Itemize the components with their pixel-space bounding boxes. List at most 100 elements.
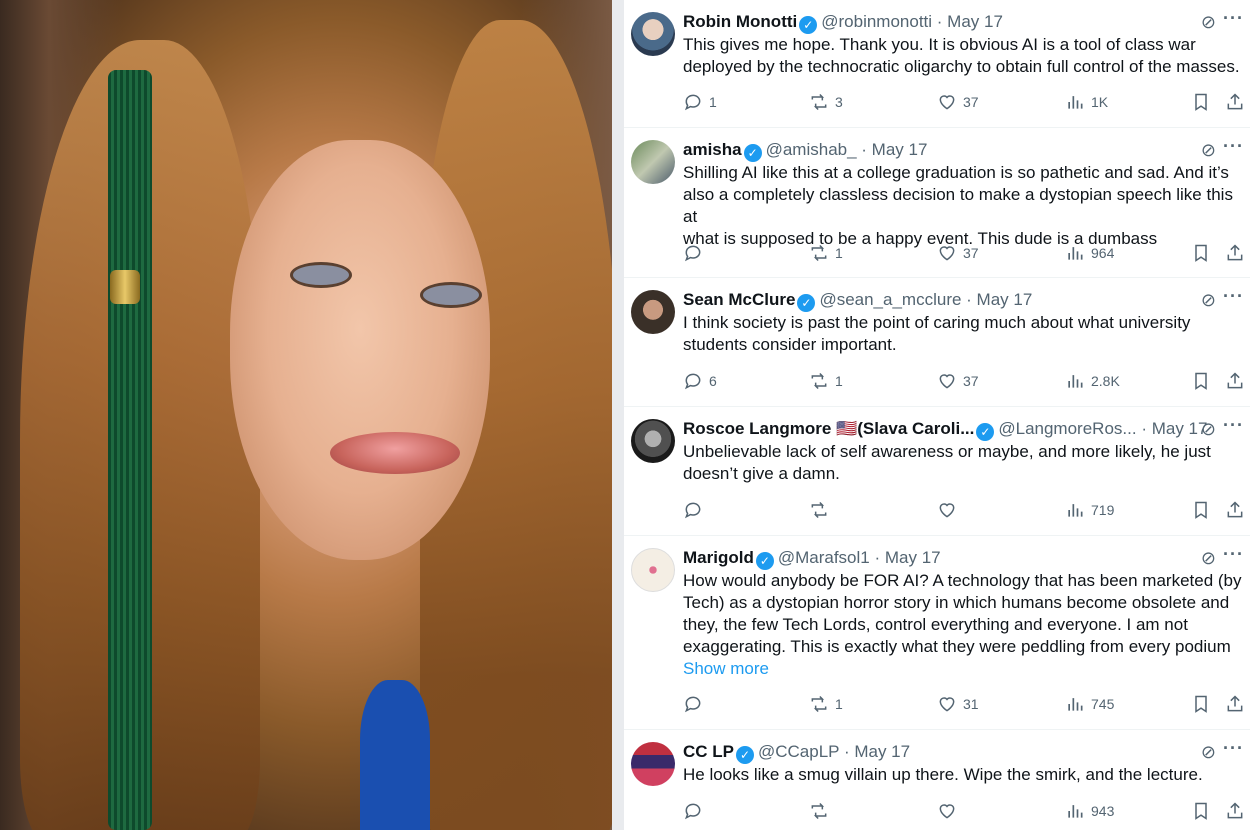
bookmark-button[interactable] <box>1191 243 1211 263</box>
views-button[interactable]: 1K <box>1065 92 1108 112</box>
share-button[interactable] <box>1225 694 1245 714</box>
timestamp[interactable]: · May 17 <box>966 290 1032 309</box>
views-icon <box>1068 375 1083 388</box>
avatar[interactable] <box>631 140 675 184</box>
display-name[interactable]: amisha <box>683 140 742 159</box>
like-icon <box>939 503 955 518</box>
tweet[interactable]: CC LP ✓ @CCapLP · May 17 ⊘ ··· He looks lik… <box>624 730 1250 830</box>
share-icon <box>1227 244 1243 261</box>
like-button[interactable]: 37 <box>937 371 979 391</box>
grok-icon[interactable]: ⊘ <box>1201 12 1216 33</box>
tweet[interactable]: Roscoe Langmore 🇺🇸(Slava Caroli... ✓ @Lang… <box>624 407 1250 536</box>
display-name[interactable]: Marigold <box>683 548 754 567</box>
display-name[interactable]: Sean McClure <box>683 290 795 309</box>
timestamp[interactable]: · May 17 <box>1141 419 1207 438</box>
more-options-icon[interactable]: ··· <box>1223 738 1244 759</box>
repost-button[interactable]: 1 <box>809 694 843 714</box>
action-bar: 1 31 745 <box>683 694 1250 716</box>
grok-icon[interactable]: ⊘ <box>1201 140 1216 161</box>
views-button[interactable]: 719 <box>1065 500 1114 520</box>
bookmark-icon <box>1195 501 1207 519</box>
share-button[interactable] <box>1225 92 1245 112</box>
repost-count: 1 <box>835 373 843 389</box>
grok-icon[interactable]: ⊘ <box>1201 548 1216 569</box>
repost-button[interactable]: 3 <box>809 92 843 112</box>
share-button[interactable] <box>1225 801 1245 821</box>
repost-button[interactable] <box>809 801 835 821</box>
reply-icon <box>684 245 701 262</box>
views-button[interactable]: 964 <box>1065 243 1114 263</box>
handle[interactable]: @CCapLP <box>758 742 839 761</box>
bookmark-button[interactable] <box>1191 92 1211 112</box>
timestamp[interactable]: · May 17 <box>937 12 1003 31</box>
bookmark-button[interactable] <box>1191 371 1211 391</box>
timestamp[interactable]: · May 17 <box>844 742 910 761</box>
bookmark-button[interactable] <box>1191 694 1211 714</box>
view-count: 964 <box>1091 245 1115 261</box>
display-name[interactable]: Robin Monotti <box>683 12 797 31</box>
like-button[interactable]: 31 <box>937 694 979 714</box>
timestamp[interactable]: · May 17 <box>861 140 927 159</box>
repost-button[interactable]: 1 <box>809 243 843 263</box>
handle[interactable]: @amishab_ <box>766 140 857 159</box>
action-bar: 719 <box>683 500 1250 522</box>
tweet[interactable]: amisha ✓ @amishab_ · May 17 ⊘ ··· Shilling … <box>624 128 1250 278</box>
views-icon <box>1068 247 1083 260</box>
text-line: deployed by the technocratic oligarchy t… <box>683 57 1240 76</box>
lips <box>330 432 460 474</box>
grok-icon[interactable]: ⊘ <box>1201 419 1216 440</box>
like-icon <box>939 697 955 712</box>
text-line: students consider important. <box>683 335 897 354</box>
handle[interactable]: @sean_a_mcclure <box>819 290 961 309</box>
reply-button[interactable] <box>683 694 709 714</box>
share-button[interactable] <box>1225 371 1245 391</box>
tweet[interactable]: Marigold ✓ @Marafsol1 · May 17 ⊘ ··· How wo… <box>624 536 1250 730</box>
view-count: 1K <box>1091 94 1109 110</box>
display-name[interactable]: CC LP <box>683 742 734 761</box>
like-button[interactable]: 37 <box>937 92 979 112</box>
like-button[interactable] <box>937 500 963 520</box>
share-button[interactable] <box>1225 243 1245 263</box>
verified-badge-icon: ✓ <box>755 552 774 570</box>
avatar[interactable] <box>631 290 675 334</box>
text-line: I think society is past the point of car… <box>683 313 1191 332</box>
reply-button[interactable]: 6 <box>683 371 717 391</box>
tweet[interactable]: Robin Monotti ✓ @robinmonotti · May 17 ⊘ ··… <box>624 0 1250 128</box>
tweet[interactable]: Sean McClure ✓ @sean_a_mcclure · May 17 ⊘ ·… <box>624 278 1250 407</box>
views-button[interactable]: 943 <box>1065 801 1114 821</box>
repost-button[interactable]: 1 <box>809 371 843 391</box>
reply-button[interactable] <box>683 243 709 263</box>
share-button[interactable] <box>1225 500 1245 520</box>
reply-button[interactable]: 1 <box>683 92 717 112</box>
avatar[interactable] <box>631 548 675 592</box>
handle[interactable]: @LangmoreRos... <box>998 419 1136 438</box>
action-bar: 1 3 37 1K <box>683 92 1250 114</box>
bookmark-button[interactable] <box>1191 500 1211 520</box>
like-button[interactable] <box>937 801 963 821</box>
bookmark-icon <box>1195 93 1207 111</box>
display-name[interactable]: Roscoe Langmore 🇺🇸(Slava Caroli... <box>683 419 974 438</box>
repost-button[interactable] <box>809 500 835 520</box>
views-button[interactable]: 2.8K <box>1065 371 1120 391</box>
more-options-icon[interactable]: ··· <box>1223 8 1244 29</box>
show-more-link[interactable]: Show more <box>683 658 1244 680</box>
timestamp[interactable]: · May 17 <box>874 548 940 567</box>
reply-button[interactable] <box>683 801 709 821</box>
like-button[interactable]: 37 <box>937 243 979 263</box>
avatar[interactable] <box>631 742 675 786</box>
more-options-icon[interactable]: ··· <box>1223 415 1244 436</box>
more-options-icon[interactable]: ··· <box>1223 286 1244 307</box>
like-icon <box>939 804 955 819</box>
like-count: 37 <box>963 245 979 261</box>
grok-icon[interactable]: ⊘ <box>1201 290 1216 311</box>
bookmark-button[interactable] <box>1191 801 1211 821</box>
grok-icon[interactable]: ⊘ <box>1201 742 1216 763</box>
more-options-icon[interactable]: ··· <box>1223 544 1244 565</box>
handle[interactable]: @robinmonotti <box>821 12 932 31</box>
more-options-icon[interactable]: ··· <box>1223 136 1244 157</box>
avatar[interactable] <box>631 12 675 56</box>
views-button[interactable]: 745 <box>1065 694 1114 714</box>
avatar[interactable] <box>631 419 675 463</box>
handle[interactable]: @Marafsol1 <box>778 548 870 567</box>
reply-button[interactable] <box>683 500 709 520</box>
